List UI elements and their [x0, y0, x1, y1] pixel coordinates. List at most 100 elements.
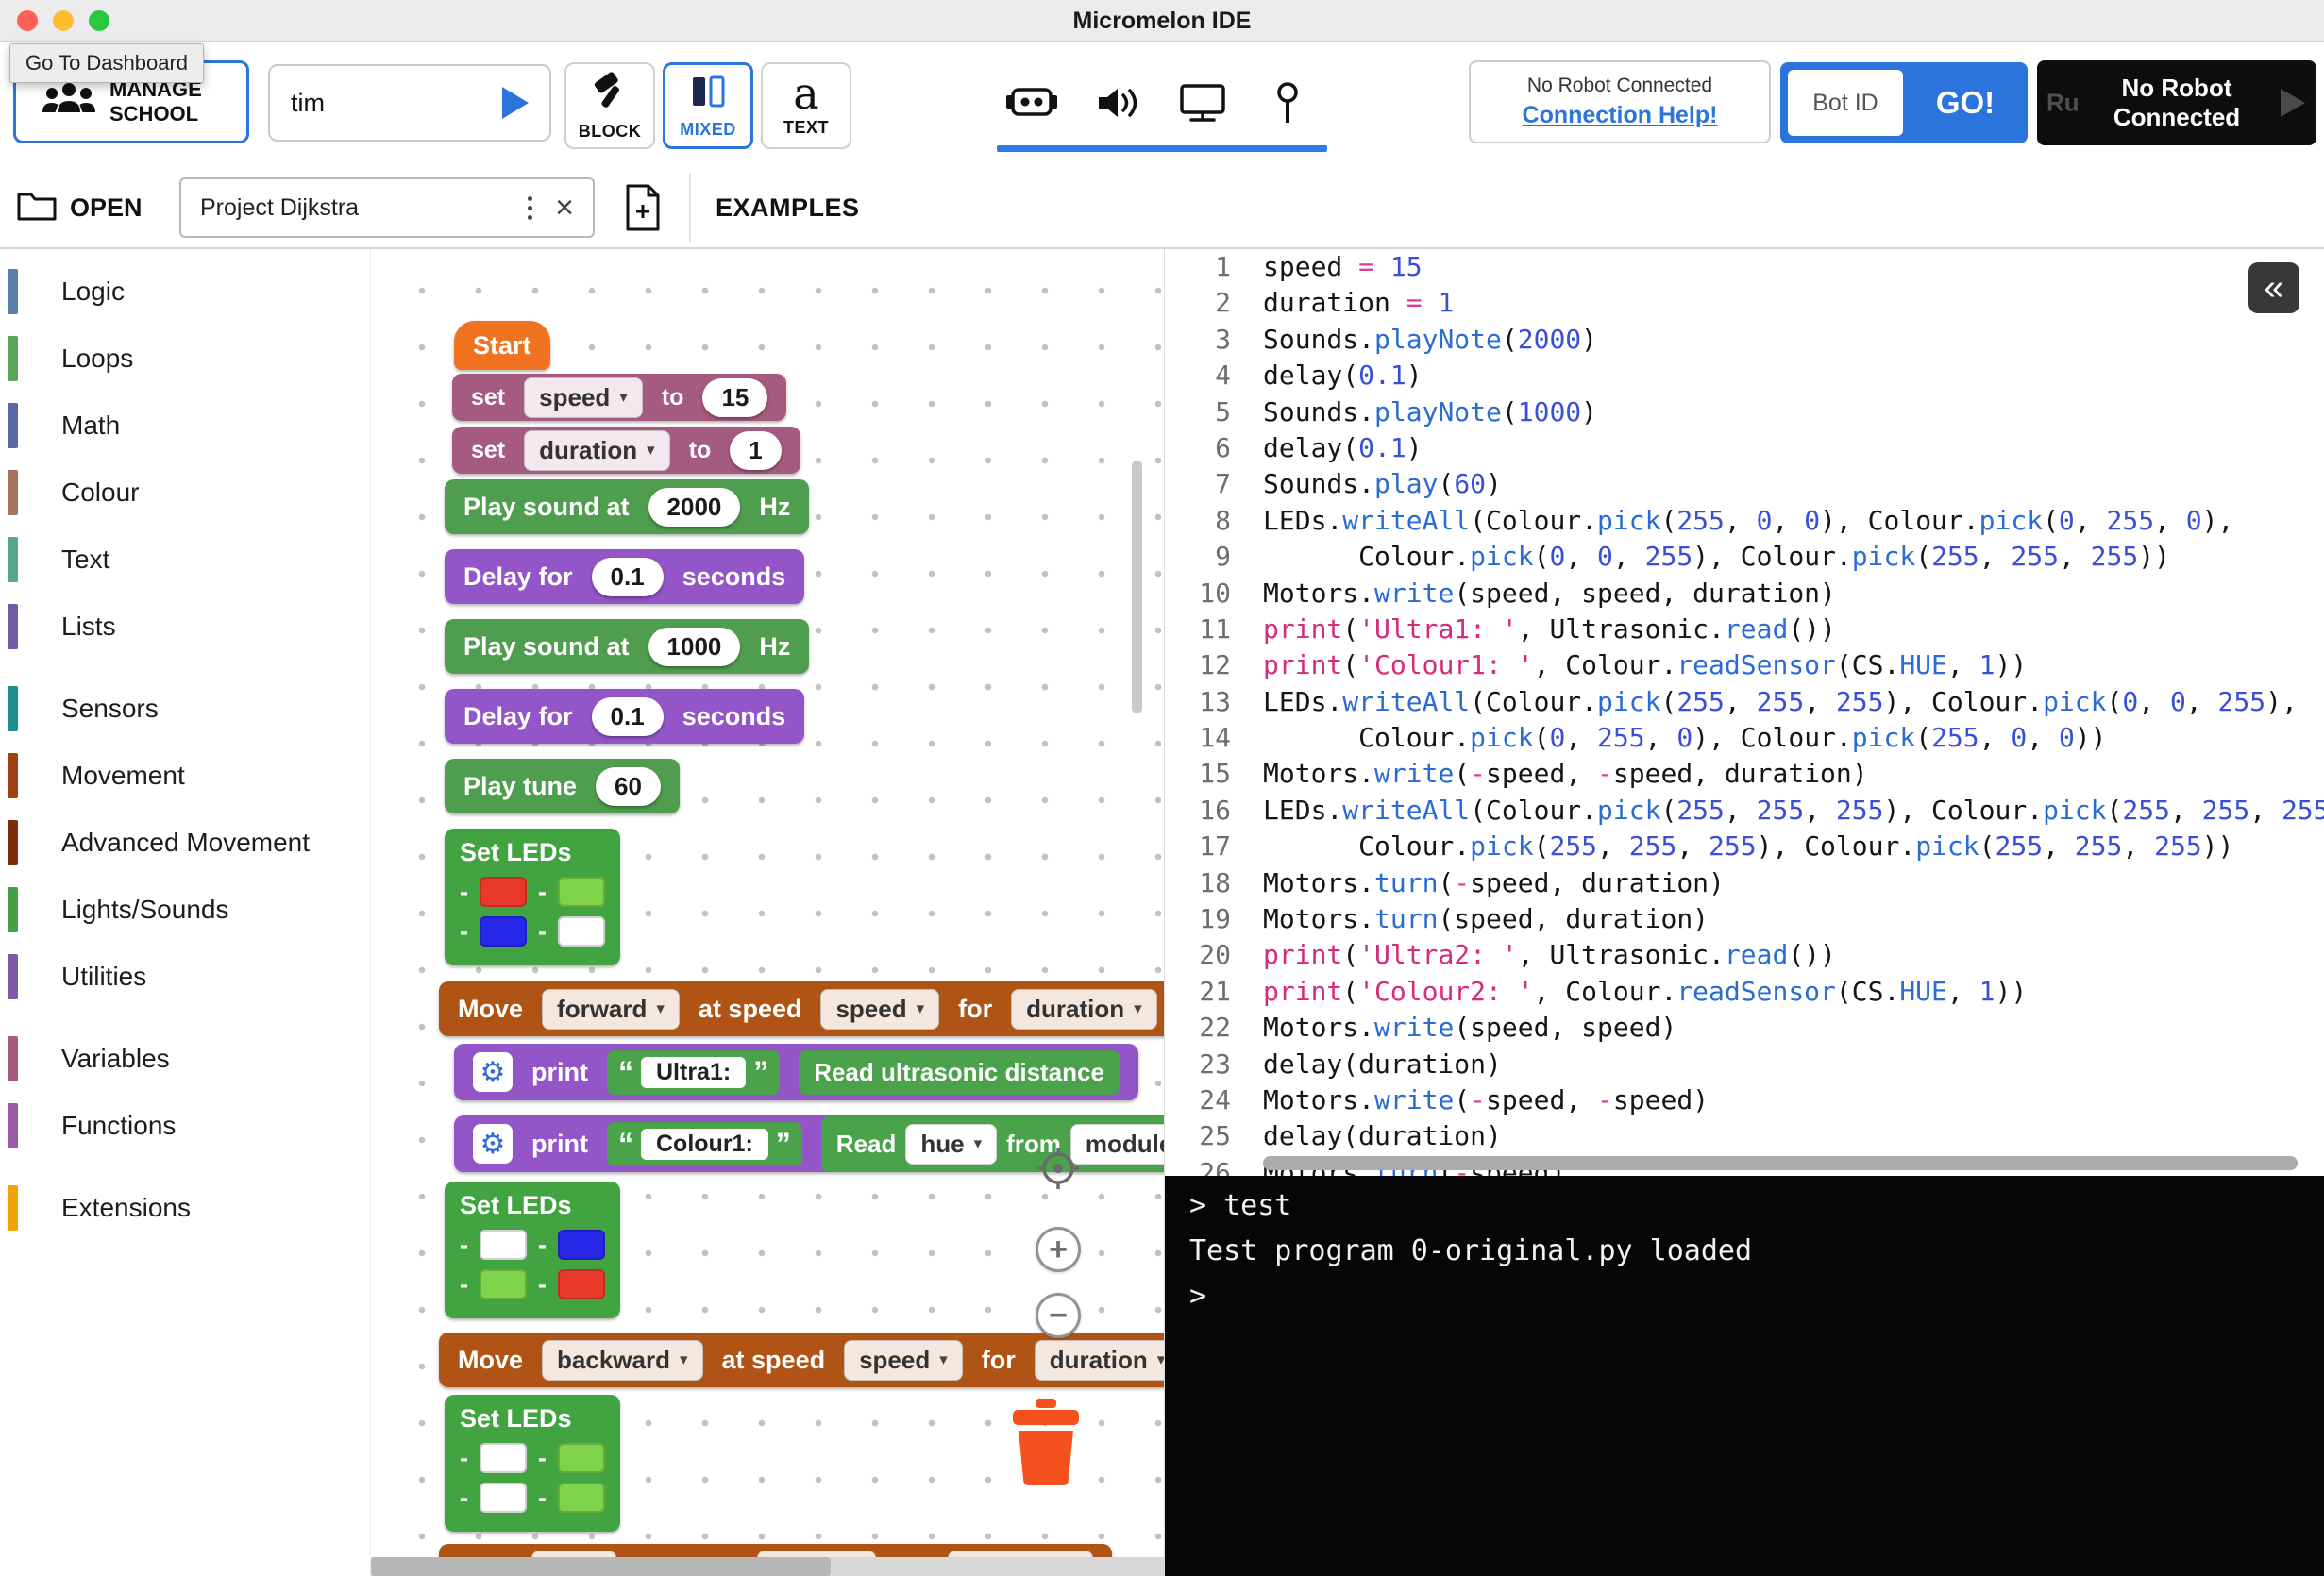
- center-view-button[interactable]: [1034, 1144, 1083, 1193]
- sidebar-item-extensions[interactable]: Extensions: [8, 1181, 370, 1235]
- sidebar-item-loops[interactable]: Loops: [8, 331, 370, 386]
- editor-horizontal-scrollbar[interactable]: [1263, 1156, 2298, 1170]
- speed-dropdown[interactable]: speed▾: [820, 989, 939, 1030]
- zoom-out-button[interactable]: −: [1036, 1293, 1081, 1338]
- canvas-horizontal-scrollbar[interactable]: [371, 1557, 1164, 1576]
- console-line: Test program 0-original.py loaded: [1189, 1229, 2299, 1274]
- sidebar-item-functions[interactable]: Functions: [8, 1098, 370, 1153]
- led-colour-chip[interactable]: [558, 1230, 605, 1260]
- sidebar-item-text[interactable]: Text: [8, 532, 370, 587]
- block-canvas[interactable]: Start set speed▾ to 15 set duration▾ to …: [370, 249, 1164, 1576]
- block-play-tune[interactable]: Play tune 60: [445, 759, 680, 813]
- block-set-speed[interactable]: set speed▾ to 15: [452, 374, 786, 421]
- sidebar-item-math[interactable]: Math: [8, 398, 370, 453]
- sidebar-item-utilities[interactable]: Utilities: [8, 949, 370, 1004]
- led-colour-chip[interactable]: [480, 1230, 527, 1260]
- led-colour-chip[interactable]: [480, 1443, 527, 1473]
- canvas-vertical-scrollbar[interactable]: [1132, 461, 1142, 713]
- submit-username-play-icon[interactable]: [502, 87, 529, 119]
- led-colour-chip[interactable]: [480, 916, 527, 947]
- sidebar-item-movement[interactable]: Movement: [8, 748, 370, 803]
- people-icon: [42, 80, 96, 125]
- block-set-leds-3[interactable]: Set LEDs - - - -: [445, 1395, 620, 1532]
- block-set-leds-2[interactable]: Set LEDs - - - -: [445, 1182, 620, 1318]
- read-ultrasonic-block[interactable]: Read ultrasonic distance: [799, 1050, 1120, 1095]
- project-tab[interactable]: Project Dijkstra ×: [179, 177, 595, 238]
- sidebar-item-logic[interactable]: Logic: [8, 264, 370, 319]
- number-input[interactable]: 60: [596, 767, 661, 806]
- examples-button[interactable]: EXAMPLES: [716, 166, 860, 249]
- led-colour-chip[interactable]: [480, 1269, 527, 1299]
- mode-button-mixed[interactable]: MIXED: [663, 62, 753, 149]
- led-colour-chip[interactable]: [558, 877, 605, 907]
- number-input[interactable]: 1000: [648, 628, 741, 666]
- block-delay-2[interactable]: Delay for 0.1 seconds: [445, 689, 804, 744]
- number-input[interactable]: 15: [702, 378, 767, 417]
- sidebar-item-variables[interactable]: Variables: [8, 1031, 370, 1086]
- read-colour-block[interactable]: Read hue▾ from module 1▾: [821, 1116, 1164, 1172]
- variable-dropdown[interactable]: speed▾: [524, 377, 643, 418]
- sidebar-item-lights-sounds[interactable]: Lights/Sounds: [8, 882, 370, 937]
- speaker-button[interactable]: [1090, 75, 1145, 130]
- led-colour-chip[interactable]: [558, 1443, 605, 1473]
- number-input[interactable]: 0.1: [592, 558, 664, 596]
- block-move-backward[interactable]: Move backward▾ at speed speed▾ for durat…: [439, 1333, 1164, 1387]
- text-string-input[interactable]: Ultra1:: [641, 1057, 746, 1088]
- block-delay-1[interactable]: Delay for 0.1 seconds: [445, 549, 804, 604]
- block-start[interactable]: Start: [454, 321, 550, 370]
- duration-dropdown[interactable]: duration▾: [1011, 989, 1157, 1030]
- gear-icon[interactable]: ⚙: [473, 1124, 513, 1164]
- new-file-button[interactable]: [615, 180, 670, 235]
- variable-dropdown[interactable]: duration▾: [524, 430, 670, 471]
- led-colour-chip[interactable]: [558, 1483, 605, 1513]
- trash-icon[interactable]: [1009, 1399, 1083, 1492]
- robot-camera-button[interactable]: [1004, 75, 1059, 130]
- sidebar-item-lists[interactable]: Lists: [8, 599, 370, 654]
- led-colour-chip[interactable]: [480, 877, 527, 907]
- direction-dropdown[interactable]: backward▾: [542, 1340, 703, 1381]
- led-colour-chip[interactable]: [558, 916, 605, 947]
- username-input[interactable]: tim: [268, 64, 551, 142]
- number-input[interactable]: 0.1: [592, 697, 664, 736]
- tab-menu-icon[interactable]: [518, 196, 542, 220]
- duration-dropdown[interactable]: duration▾: [1035, 1340, 1164, 1381]
- code-editor[interactable]: 1speed = 152duration = 13Sounds.playNote…: [1165, 249, 2324, 1176]
- console[interactable]: > testTest program 0-original.py loaded>: [1165, 1176, 2324, 1576]
- line-number: 12: [1165, 647, 1263, 683]
- manage-school-label: MANAGE SCHOOL: [109, 77, 221, 126]
- go-button[interactable]: GO!: [1911, 85, 2020, 121]
- led-colour-chip[interactable]: [558, 1269, 605, 1299]
- zoom-in-button[interactable]: +: [1036, 1227, 1081, 1272]
- block-play-sound-1000[interactable]: Play sound at 1000 Hz: [445, 619, 809, 674]
- bot-id-input[interactable]: Bot ID: [1788, 70, 1903, 136]
- text-string-input[interactable]: Colour1:: [641, 1129, 768, 1160]
- speed-dropdown[interactable]: speed▾: [844, 1340, 963, 1381]
- block-move-forward[interactable]: Move forward▾ at speed speed▾ for durati…: [439, 981, 1164, 1036]
- run-no-robot-button[interactable]: Ru No Robot Connected: [2037, 60, 2316, 145]
- led-colour-chip[interactable]: [480, 1483, 527, 1513]
- screen-button[interactable]: [1175, 75, 1230, 130]
- sidebar-categories: Logic Loops Math Colour Text Lists Sensors Move…: [8, 264, 370, 1235]
- block-play-sound-2000[interactable]: Play sound at 2000 Hz: [445, 479, 809, 534]
- pin-button[interactable]: [1260, 75, 1315, 130]
- block-set-leds-1[interactable]: Set LEDs - - - -: [445, 829, 620, 965]
- sidebar-item-colour[interactable]: Colour: [8, 465, 370, 520]
- number-input[interactable]: 2000: [648, 488, 741, 527]
- block-set-duration[interactable]: set duration▾ to 1: [452, 427, 800, 474]
- direction-dropdown[interactable]: forward▾: [542, 989, 680, 1030]
- number-input[interactable]: 1: [730, 431, 781, 470]
- tab-close-icon[interactable]: ×: [555, 192, 574, 224]
- mode-button-text[interactable]: a TEXT: [761, 62, 851, 149]
- block-print-ultra1[interactable]: ⚙ print “ Ultra1: ” Read ultrasonic dist…: [454, 1044, 1138, 1100]
- collapse-editor-button[interactable]: «: [2248, 262, 2299, 313]
- connection-help-link[interactable]: Connection Help!: [1523, 102, 1718, 129]
- sidebar-item-advanced-movement[interactable]: Advanced Movement: [8, 815, 370, 870]
- text-string-block[interactable]: “ Colour1: ”: [607, 1122, 802, 1166]
- module-dropdown[interactable]: module 1▾: [1070, 1124, 1164, 1165]
- text-string-block[interactable]: “ Ultra1: ”: [607, 1050, 780, 1095]
- gear-icon[interactable]: ⚙: [473, 1052, 513, 1092]
- open-button[interactable]: OPEN: [17, 179, 143, 236]
- mode-button-block[interactable]: BLOCK: [564, 62, 655, 149]
- hue-dropdown[interactable]: hue▾: [905, 1124, 997, 1165]
- sidebar-item-sensors[interactable]: Sensors: [8, 681, 370, 736]
